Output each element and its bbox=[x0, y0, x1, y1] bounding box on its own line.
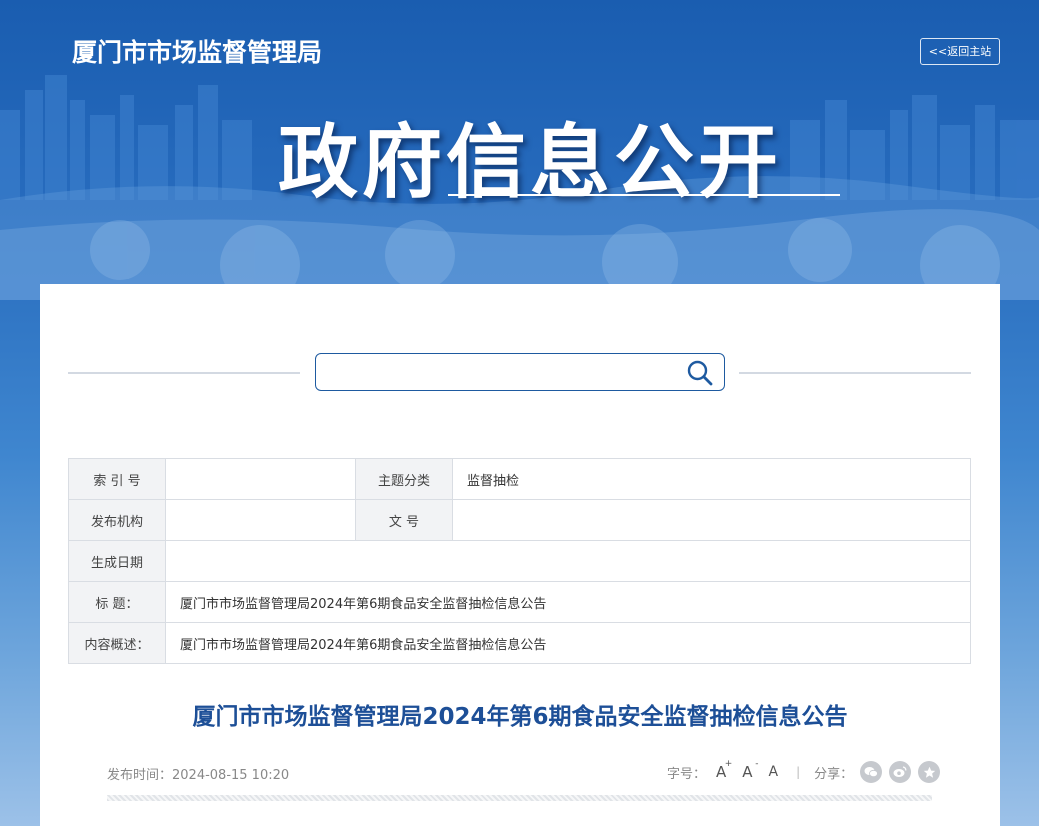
share-label: 分享： bbox=[814, 766, 854, 782]
title-label: 标 题： bbox=[68, 581, 166, 623]
banner-title: 政府信息公开 bbox=[278, 116, 782, 209]
banner: 厦门市市场监督管理局 <<返回主站 政府信息公开 bbox=[0, 0, 1039, 300]
article-title: 厦门市市场监督管理局2024年第6期食品安全监督抽检信息公告 bbox=[192, 704, 848, 730]
doc-no-value bbox=[452, 499, 971, 541]
date-value bbox=[165, 540, 971, 582]
font-large-button[interactable]: A + bbox=[716, 759, 732, 781]
search-icon[interactable] bbox=[686, 359, 714, 387]
index-label: 索 引 号 bbox=[68, 458, 166, 500]
summary-value: 厦门市市场监督管理局2024年第6期食品安全监督抽检信息公告 bbox=[165, 622, 971, 664]
search-divider-right bbox=[739, 372, 971, 374]
weibo-icon[interactable] bbox=[889, 761, 912, 783]
doc-no-label: 文 号 bbox=[355, 499, 453, 541]
back-home-button[interactable]: <<返回主站 bbox=[920, 38, 1000, 65]
font-size-label: 字号： bbox=[667, 766, 707, 782]
search-divider-left bbox=[68, 372, 300, 374]
table-row: 内容概述： 厦门市市场监督管理局2024年第6期食品安全监督抽检信息公告 bbox=[68, 622, 971, 664]
tools-divider: | bbox=[796, 765, 801, 779]
publisher-value bbox=[165, 499, 356, 541]
table-row: 发布机构 文 号 bbox=[68, 499, 971, 541]
date-label: 生成日期 bbox=[68, 540, 166, 582]
banner-title-underline bbox=[448, 194, 840, 196]
topic-label: 主题分类 bbox=[355, 458, 453, 500]
table-row: 生成日期 bbox=[68, 540, 971, 582]
publisher-label: 发布机构 bbox=[68, 499, 166, 541]
hatched-divider bbox=[107, 795, 932, 801]
publish-time: 发布时间：2024-08-15 10:20 bbox=[107, 768, 290, 783]
index-value bbox=[165, 458, 356, 500]
font-small-button[interactable]: A bbox=[769, 764, 779, 780]
site-title[interactable]: 厦门市市场监督管理局 bbox=[72, 33, 322, 69]
info-table: 索 引 号 主题分类 监督抽检 发布机构 文 号 生成日期 标 题： 厦门市市场… bbox=[68, 458, 971, 664]
title-value: 厦门市市场监督管理局2024年第6期食品安全监督抽检信息公告 bbox=[165, 581, 971, 623]
search-input[interactable] bbox=[326, 360, 676, 384]
search-box bbox=[315, 353, 725, 391]
wechat-icon[interactable] bbox=[860, 761, 883, 783]
font-medium-button[interactable]: A- bbox=[742, 759, 758, 781]
article-tools: 字号： A + A- A | 分享： bbox=[667, 759, 941, 784]
summary-label: 内容概述： bbox=[68, 622, 166, 664]
table-row: 标 题： 厦门市市场监督管理局2024年第6期食品安全监督抽检信息公告 bbox=[68, 581, 971, 623]
topic-value: 监督抽检 bbox=[452, 458, 971, 500]
table-row: 索 引 号 主题分类 监督抽检 bbox=[68, 458, 971, 500]
star-icon[interactable] bbox=[918, 761, 941, 783]
